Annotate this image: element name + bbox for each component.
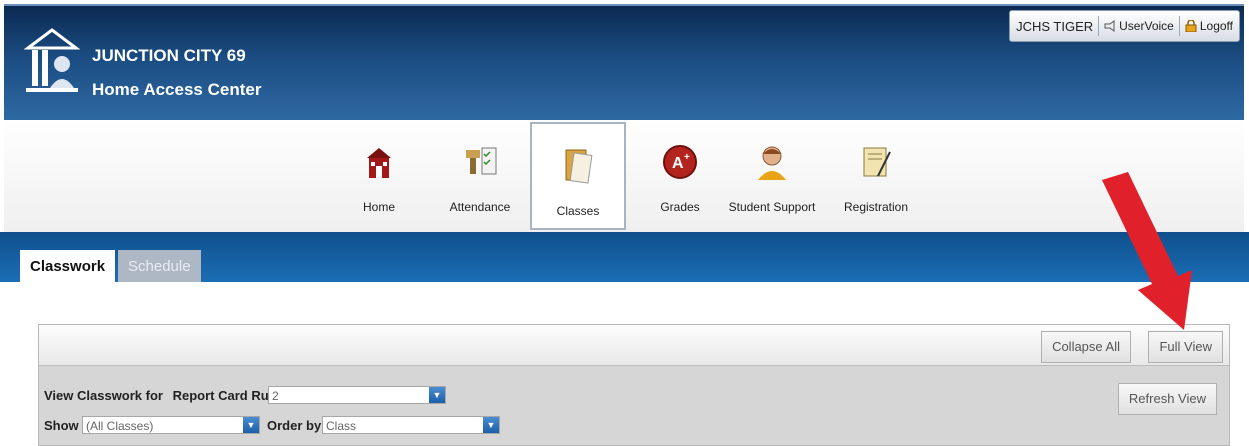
chevron-down-icon: ▼ bbox=[483, 417, 499, 433]
attendance-icon bbox=[466, 147, 497, 175]
grades-icon: A + bbox=[663, 145, 697, 179]
logoff-label: Logoff bbox=[1199, 19, 1233, 33]
home-icon bbox=[367, 148, 391, 178]
report-card-row: View Classwork for Report Card Run bbox=[44, 388, 277, 403]
chevron-down-icon: ▼ bbox=[243, 417, 259, 433]
nav-home[interactable]: Home bbox=[352, 120, 406, 230]
org-title: JUNCTION CITY 69 bbox=[92, 46, 246, 65]
user-bar: JCHS TIGER UserVoice Logoff bbox=[1009, 10, 1240, 42]
nav-grades-label: Grades bbox=[660, 200, 700, 214]
show-row: Show bbox=[44, 418, 79, 433]
nav-classes[interactable]: Classes bbox=[530, 122, 626, 230]
nav-registration[interactable]: Registration bbox=[836, 120, 916, 230]
order-by-select[interactable]: Class ▼ bbox=[322, 416, 500, 434]
show-label: Show bbox=[44, 418, 79, 433]
nav-student-support[interactable]: Student Support bbox=[716, 120, 828, 230]
uservoice-link[interactable]: UserVoice bbox=[1104, 19, 1174, 33]
order-by-value: Class bbox=[326, 419, 357, 433]
annotation-arrow-icon bbox=[1102, 172, 1192, 330]
nav-registration-label: Registration bbox=[843, 200, 909, 214]
tab-classwork[interactable]: Classwork bbox=[20, 250, 116, 282]
main-nav: Home Attendance Classes A + Grades Stude… bbox=[4, 120, 1244, 233]
chevron-down-icon: ▼ bbox=[429, 387, 445, 403]
nav-classes-label: Classes bbox=[556, 204, 600, 218]
logoff-link[interactable]: Logoff bbox=[1185, 19, 1233, 33]
school-building-logo bbox=[24, 28, 80, 92]
nav-grades[interactable]: A + Grades bbox=[652, 120, 708, 230]
nav-home-label: Home bbox=[362, 200, 395, 214]
refresh-view-button[interactable]: Refresh View bbox=[1117, 383, 1217, 415]
panel-toolbar: Collapse All Full View bbox=[39, 325, 1229, 366]
divider bbox=[1098, 16, 1100, 36]
order-by-label: Order by bbox=[267, 418, 322, 433]
svg-text:+: + bbox=[684, 152, 690, 163]
report-card-value: 2 bbox=[272, 389, 279, 403]
report-card-select[interactable]: 2 ▼ bbox=[268, 386, 446, 404]
nav-attendance-label: Attendance bbox=[449, 200, 511, 214]
tab-band: Classwork Schedule bbox=[0, 232, 1249, 282]
student-support-icon bbox=[758, 146, 786, 180]
view-classwork-label: View Classwork for bbox=[44, 388, 163, 403]
uservoice-label: UserVoice bbox=[1119, 19, 1174, 33]
classes-icon bbox=[565, 149, 593, 184]
lock-icon bbox=[1185, 20, 1197, 32]
nav-student-support-label: Student Support bbox=[728, 200, 816, 214]
classwork-panel: Collapse All Full View View Classwork fo… bbox=[38, 324, 1230, 446]
divider bbox=[1178, 16, 1180, 36]
report-card-label: Report Card Run bbox=[172, 388, 277, 403]
show-select[interactable]: (All Classes) ▼ bbox=[82, 416, 260, 434]
org-subtitle: Home Access Center bbox=[92, 80, 262, 99]
nav-attendance[interactable]: Attendance bbox=[440, 120, 520, 230]
registration-icon bbox=[863, 147, 891, 177]
svg-text:A: A bbox=[672, 155, 684, 172]
order-row: Order by bbox=[267, 418, 321, 433]
user-name: JCHS TIGER bbox=[1016, 18, 1094, 34]
app-header: JUNCTION CITY 69 Home Access Center JCHS… bbox=[4, 4, 1244, 122]
tab-schedule[interactable]: Schedule bbox=[118, 250, 201, 282]
show-value: (All Classes) bbox=[86, 419, 154, 433]
megaphone-icon bbox=[1104, 20, 1115, 32]
